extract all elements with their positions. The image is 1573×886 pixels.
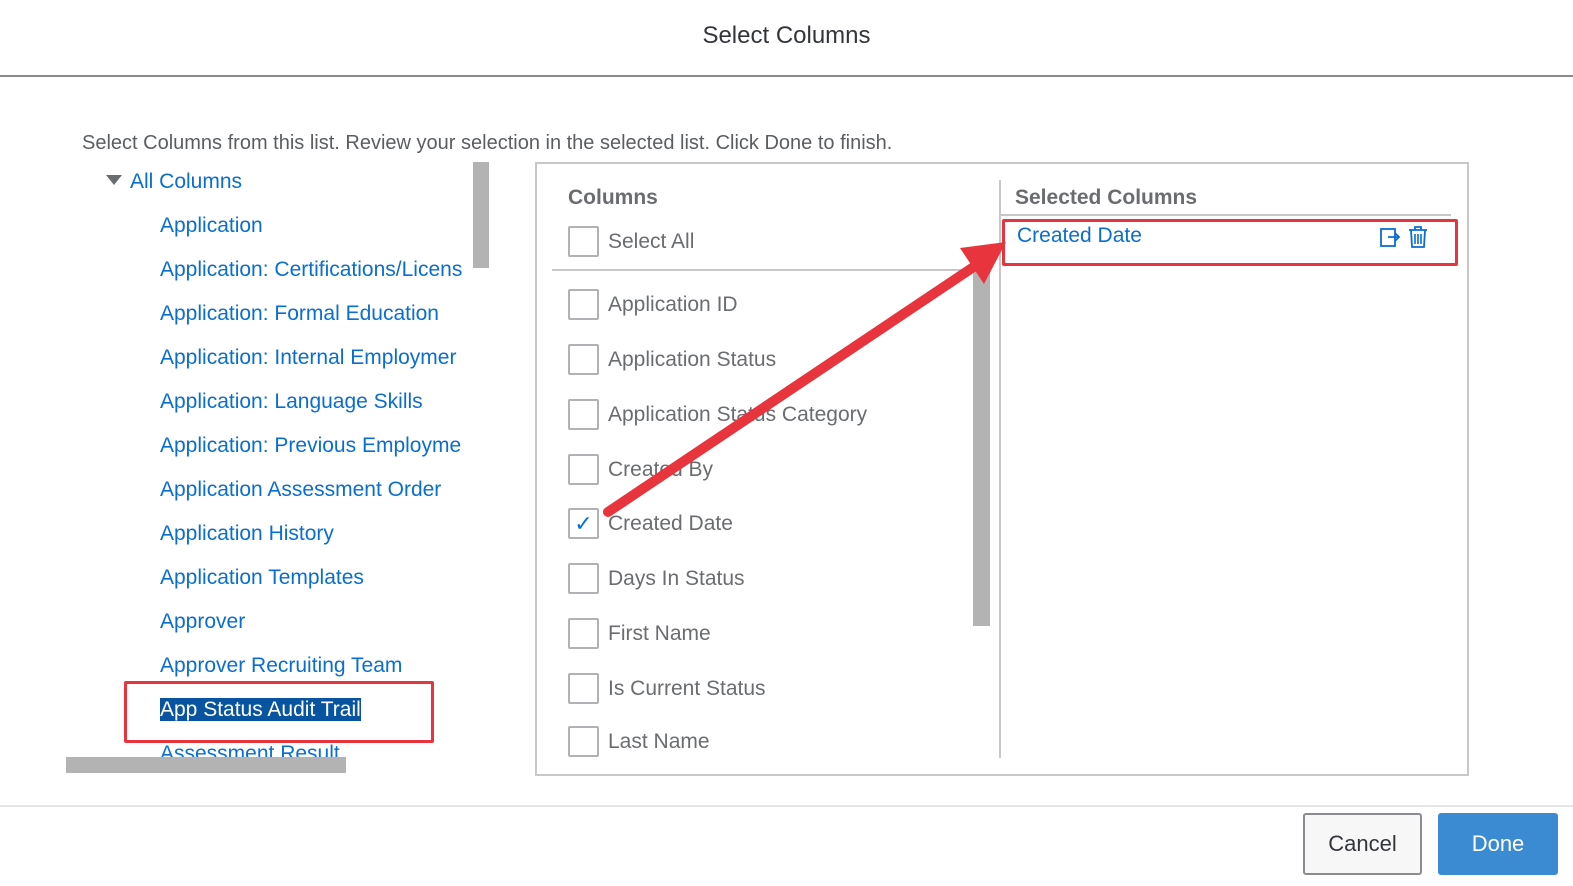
- tree-root-label: All Columns: [130, 170, 243, 193]
- tree-item[interactable]: Application: Internal Employmer: [160, 346, 456, 370]
- instructions-text: Select Columns from this list. Review yo…: [82, 132, 893, 154]
- column-option-label: Application ID: [608, 292, 738, 316]
- column-option-label: Days In Status: [608, 566, 745, 590]
- highlight-box-tree-selection: [124, 681, 434, 743]
- tree-item-label: Application Assessment Order: [160, 478, 442, 501]
- column-option-label: Last Name: [608, 729, 710, 753]
- column-option-label: Created Date: [608, 511, 733, 535]
- tree-vertical-scrollbar[interactable]: [473, 162, 489, 268]
- tree-item[interactable]: Approver Recruiting Team: [160, 654, 402, 678]
- column-option[interactable]: Application Status Category: [568, 399, 867, 430]
- columns-vertical-scrollbar[interactable]: [973, 270, 990, 626]
- tree-item-label: Application: Internal Employmer: [160, 346, 457, 369]
- tree-item[interactable]: Application Templates: [160, 566, 364, 590]
- column-option-label: First Name: [608, 621, 711, 645]
- tree-item-label: Application History: [160, 522, 334, 545]
- tree-item-label: Approver: [160, 610, 246, 633]
- highlight-box-selected-column: [1002, 219, 1458, 266]
- column-checkbox[interactable]: [568, 673, 599, 704]
- tree-item-label: Application: Certifications/Licens: [160, 258, 463, 281]
- tree-item-label: Application Templates: [160, 566, 364, 589]
- dialog-header: Select Columns: [0, 0, 1573, 77]
- column-option[interactable]: Application Status: [568, 344, 776, 375]
- column-option-checked[interactable]: ✓ Created Date: [568, 508, 733, 539]
- panel-divider: [999, 180, 1001, 758]
- column-option[interactable]: Last Name: [568, 726, 710, 757]
- tree-item[interactable]: Application: Language Skills: [160, 390, 423, 414]
- column-option[interactable]: Created By: [568, 454, 713, 485]
- tree-root-all-columns[interactable]: All Columns: [106, 170, 242, 194]
- select-all-label: Select All: [608, 229, 695, 253]
- dialog-title: Select Columns: [702, 22, 871, 49]
- tree-item[interactable]: Application: Formal Education: [160, 302, 439, 326]
- column-checkbox[interactable]: [568, 399, 599, 430]
- selected-columns-header: Selected Columns: [1015, 186, 1198, 209]
- done-button[interactable]: Done: [1438, 813, 1558, 875]
- tree-item-label: Application: Language Skills: [160, 390, 423, 413]
- divider: [552, 269, 984, 271]
- tree-item[interactable]: Application Assessment Order: [160, 478, 441, 502]
- tree-item[interactable]: Approver: [160, 610, 245, 634]
- divider: [1001, 214, 1451, 216]
- tree-item[interactable]: Application: Previous Employme: [160, 434, 461, 458]
- tree-item[interactable]: Application: [160, 214, 263, 238]
- select-all-row[interactable]: Select All: [568, 226, 694, 257]
- columns-header: Columns: [568, 186, 658, 209]
- tree-item-label: Application: Formal Education: [160, 302, 439, 325]
- column-checkbox[interactable]: [568, 618, 599, 649]
- tree-horizontal-scrollbar[interactable]: [66, 757, 346, 773]
- cancel-button[interactable]: Cancel: [1303, 813, 1422, 875]
- column-tree: All Columns Application Application: Cer…: [66, 162, 490, 762]
- column-checkbox[interactable]: [568, 289, 599, 320]
- select-all-checkbox[interactable]: [568, 226, 599, 257]
- column-option[interactable]: Is Current Status: [568, 673, 766, 704]
- tree-item-label: Approver Recruiting Team: [160, 654, 403, 677]
- column-option[interactable]: Application ID: [568, 289, 738, 320]
- column-checkbox[interactable]: [568, 454, 599, 485]
- column-checkbox[interactable]: [568, 563, 599, 594]
- column-checkbox[interactable]: [568, 726, 599, 757]
- tree-item[interactable]: Application: Certifications/Licens: [160, 258, 462, 282]
- column-option-label: Application Status Category: [608, 402, 868, 426]
- tree-item[interactable]: Application History: [160, 522, 334, 546]
- checkmark-icon: ✓: [574, 510, 593, 536]
- caret-down-icon[interactable]: [106, 175, 122, 185]
- column-checkbox-checked[interactable]: ✓: [568, 508, 599, 539]
- column-checkbox[interactable]: [568, 344, 599, 375]
- tree-item-label: Application: Previous Employme: [160, 434, 462, 457]
- column-option-label: Created By: [608, 457, 714, 481]
- column-option[interactable]: First Name: [568, 618, 711, 649]
- column-option-label: Application Status: [608, 347, 777, 371]
- tree-item-label: Application: [160, 214, 263, 237]
- column-option[interactable]: Days In Status: [568, 563, 745, 594]
- column-option-label: Is Current Status: [608, 676, 766, 700]
